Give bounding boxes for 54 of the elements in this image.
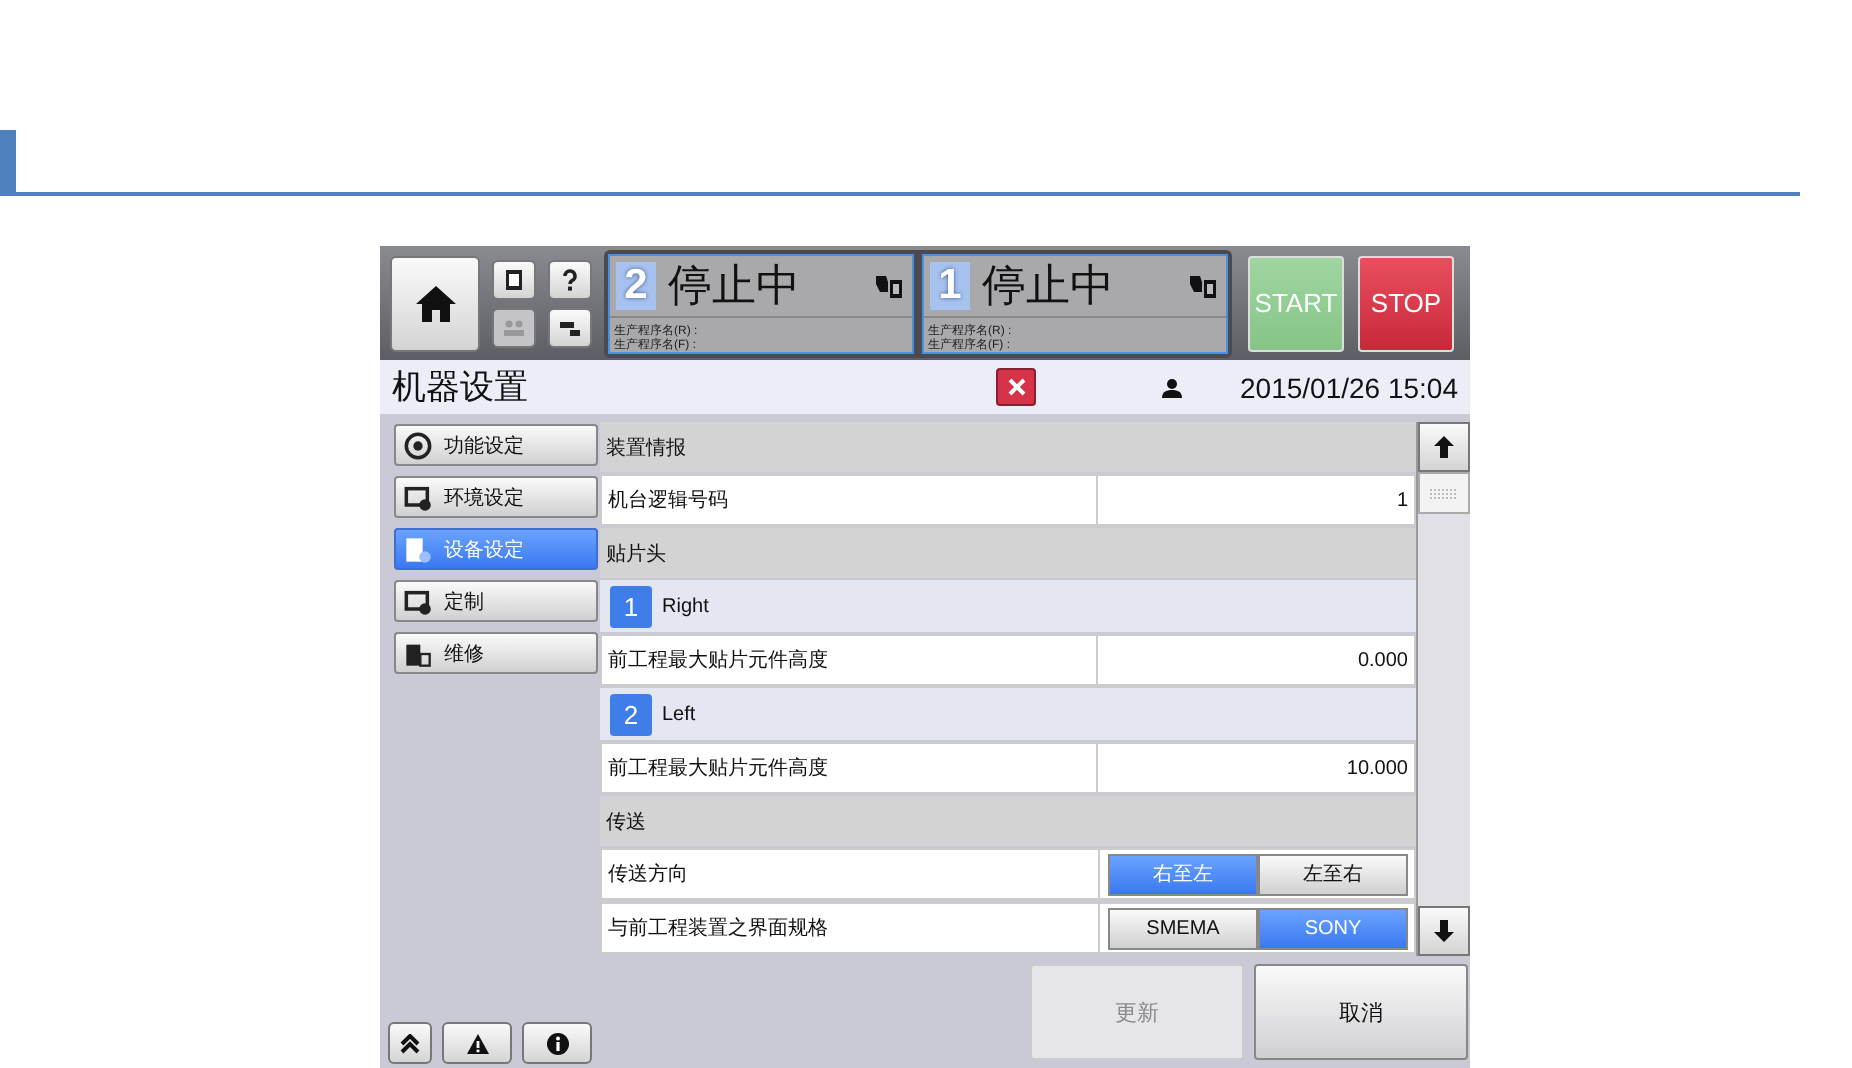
- users-icon: [502, 315, 526, 339]
- head-number: 1: [610, 585, 652, 627]
- setting-value: 1: [1394, 487, 1410, 515]
- close-icon: [1007, 378, 1025, 396]
- setting-label: 机台逻辑号码: [602, 476, 1099, 524]
- sidebar-item[interactable]: 环境设定: [394, 476, 598, 518]
- section-header: 装置情报: [600, 422, 1416, 472]
- collapse-button[interactable]: [388, 1022, 432, 1064]
- double-chevron-up-icon: [400, 1033, 420, 1053]
- home-icon: [413, 283, 457, 323]
- head-label: Right: [662, 595, 709, 617]
- head-status: 停止中: [668, 257, 802, 313]
- head-number: 2: [616, 261, 656, 309]
- section-header: 传送: [600, 796, 1416, 846]
- date-time: 2015/01/26 15:04: [1240, 371, 1458, 403]
- setting-label: 传送方向: [602, 850, 1100, 898]
- sidebar-item[interactable]: 功能设定: [394, 424, 598, 466]
- head-number: 2: [610, 693, 652, 735]
- help-icon: [558, 267, 582, 291]
- info-icon: [545, 1031, 569, 1055]
- sidebar-item[interactable]: 定制: [394, 580, 598, 622]
- footer-button[interactable]: 取消: [1254, 964, 1468, 1060]
- user-icon: [1160, 375, 1184, 399]
- screen-title: 机器设置: [392, 366, 530, 410]
- info-button[interactable]: [522, 1022, 592, 1064]
- home-button[interactable]: [390, 255, 480, 351]
- monitor-icon: [404, 587, 432, 615]
- setting-value: 0.000: [1355, 647, 1410, 675]
- setting-label: 与前工程装置之界面规格: [602, 904, 1100, 952]
- tool-button[interactable]: [548, 307, 592, 347]
- scroll-thumb[interactable]: [1418, 472, 1470, 514]
- warning-button[interactable]: [442, 1022, 512, 1064]
- head-label: Left: [662, 703, 696, 725]
- head-number: 1: [930, 261, 970, 309]
- device-icon: [404, 535, 432, 563]
- setting-label: 前工程最大贴片元件高度: [602, 744, 1099, 792]
- arrow-up-icon: [1434, 436, 1454, 458]
- grip-icon: [1428, 487, 1460, 499]
- arrow-down-icon: [1434, 920, 1454, 942]
- stop-button[interactable]: STOP: [1358, 255, 1454, 351]
- tool-button[interactable]: [548, 259, 592, 299]
- setting-label: 前工程最大贴片元件高度: [602, 636, 1099, 684]
- head-status: 停止中: [982, 257, 1116, 313]
- segment-option[interactable]: SMEMA: [1108, 907, 1258, 949]
- monitor-icon: [404, 483, 432, 511]
- close-button[interactable]: [996, 368, 1036, 406]
- section-header: 贴片头: [600, 528, 1416, 578]
- scroll-down-button[interactable]: [1418, 906, 1470, 956]
- sidebar-item[interactable]: 维修: [394, 632, 598, 674]
- setting-value: 10.000: [1344, 755, 1410, 783]
- warning-icon: [465, 1031, 489, 1055]
- scroll-up-button[interactable]: [1418, 422, 1470, 472]
- segment-option[interactable]: 左至右: [1258, 853, 1408, 895]
- tool-button[interactable]: [492, 259, 536, 299]
